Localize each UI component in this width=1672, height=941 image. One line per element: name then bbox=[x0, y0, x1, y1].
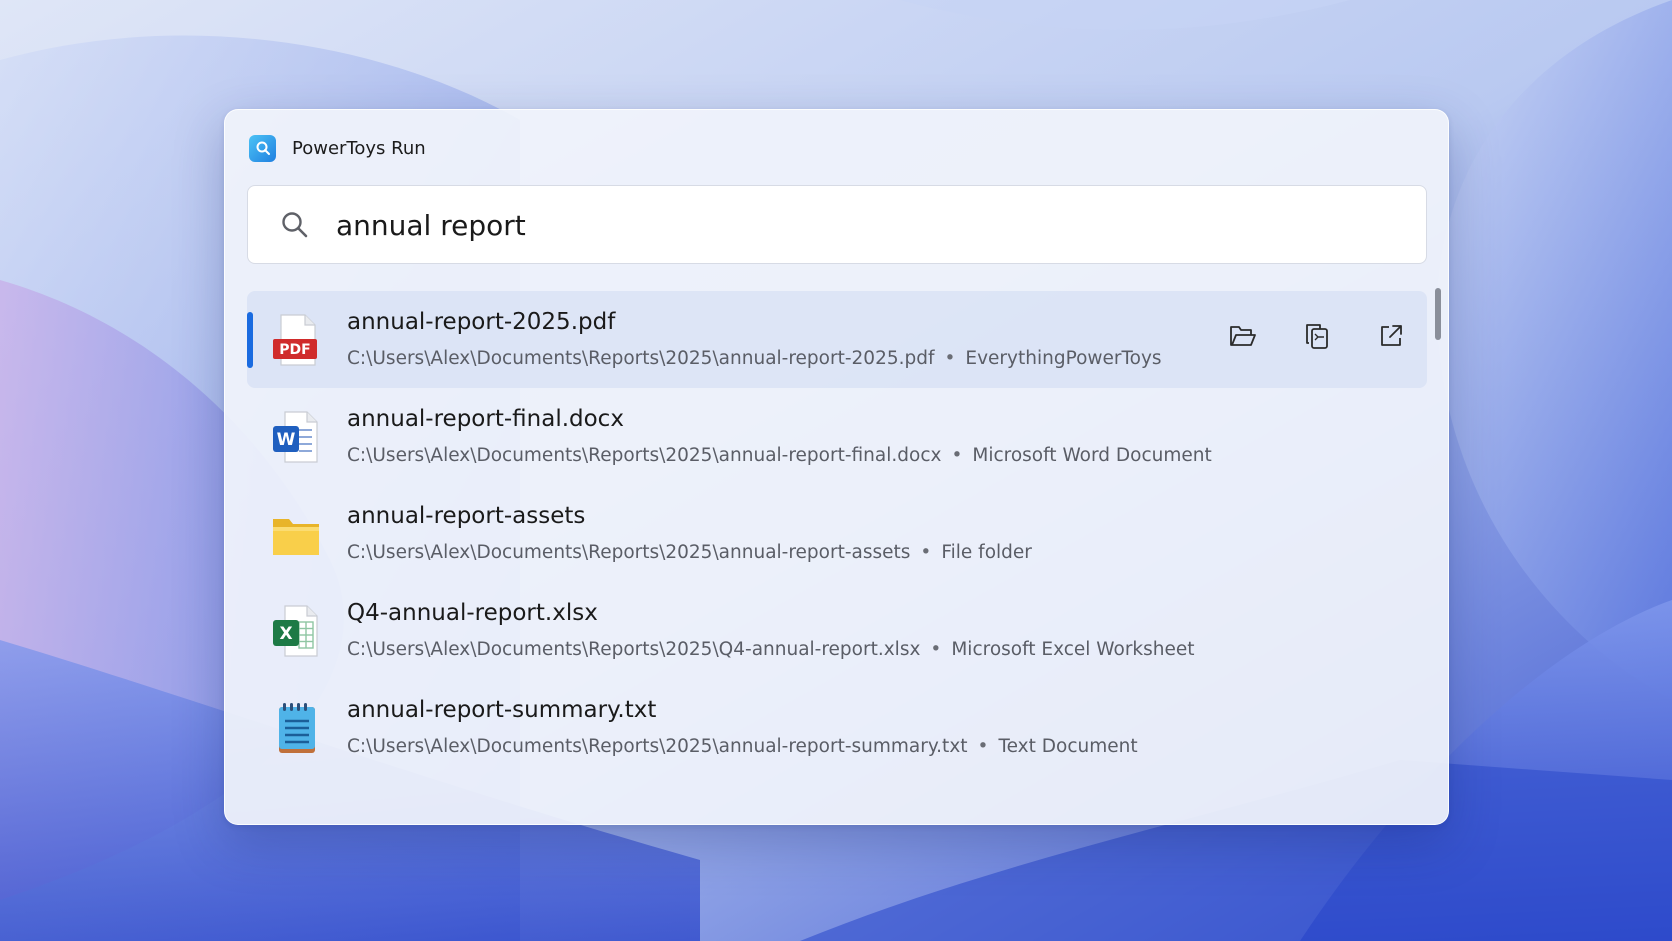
result-name: annual-report-final.docx bbox=[347, 406, 624, 432]
copy-path-icon bbox=[1306, 324, 1328, 349]
result-name: Q4-annual-report.xlsx bbox=[347, 600, 598, 626]
result-path: C:\Users\Alex\Documents\Reports\2025\Q4-… bbox=[347, 639, 921, 660]
result-path: C:\Users\Alex\Documents\Reports\2025\ann… bbox=[347, 445, 942, 466]
open-button[interactable] bbox=[1377, 321, 1405, 351]
search-box[interactable] bbox=[247, 185, 1427, 264]
result-actions bbox=[1229, 321, 1405, 351]
search-icon bbox=[282, 212, 308, 238]
result-type: Microsoft Excel Worksheet bbox=[951, 639, 1195, 660]
result-item[interactable]: annual-report-summary.txt C:\Users\Alex\… bbox=[247, 679, 1427, 776]
powertoys-run-window: PowerToys Run PDF annual-report-2025.pdf… bbox=[224, 109, 1449, 825]
title-bar: PowerToys Run bbox=[249, 134, 426, 162]
result-details: C:\Users\Alex\Documents\Reports\2025\ann… bbox=[347, 348, 1162, 369]
result-item[interactable]: X Q4-annual-report.xlsx C:\Users\Alex\Do… bbox=[247, 582, 1427, 679]
result-details: C:\Users\Alex\Documents\Reports\2025\ann… bbox=[347, 542, 1032, 563]
result-type: Text Document bbox=[998, 736, 1138, 757]
pdf-file-icon: PDF bbox=[273, 314, 317, 366]
result-name: annual-report-summary.txt bbox=[347, 697, 657, 723]
svg-text:W: W bbox=[277, 430, 296, 450]
svg-text:X: X bbox=[279, 624, 292, 644]
result-details: C:\Users\Alex\Documents\Reports\2025\Q4-… bbox=[347, 639, 1195, 660]
open-folder-icon bbox=[1230, 326, 1256, 346]
folder-icon bbox=[273, 519, 319, 555]
open-containing-folder-button[interactable] bbox=[1229, 321, 1257, 351]
separator-dot: • bbox=[944, 348, 956, 369]
separator-dot: • bbox=[951, 445, 963, 466]
open-external-icon bbox=[1381, 325, 1402, 346]
result-path: C:\Users\Alex\Documents\Reports\2025\ann… bbox=[347, 348, 935, 369]
result-type: File folder bbox=[941, 542, 1032, 563]
results-scrollbar[interactable] bbox=[1435, 288, 1441, 340]
powertoys-run-icon bbox=[249, 134, 276, 162]
result-item[interactable]: annual-report-assets C:\Users\Alex\Docum… bbox=[247, 485, 1427, 582]
selection-indicator bbox=[247, 312, 253, 368]
excel-worksheet-icon: X bbox=[273, 605, 318, 657]
result-path: C:\Users\Alex\Documents\Reports\2025\ann… bbox=[347, 736, 968, 757]
separator-dot: • bbox=[977, 736, 989, 757]
window-title: PowerToys Run bbox=[292, 137, 426, 159]
results-list: PDF annual-report-2025.pdf C:\Users\Alex… bbox=[247, 291, 1427, 776]
word-document-icon: W bbox=[273, 411, 318, 463]
result-name: annual-report-2025.pdf bbox=[347, 309, 616, 335]
result-path: C:\Users\Alex\Documents\Reports\2025\ann… bbox=[347, 542, 911, 563]
copy-path-button[interactable] bbox=[1303, 321, 1331, 351]
result-details: C:\Users\Alex\Documents\Reports\2025\ann… bbox=[347, 736, 1138, 757]
separator-dot: • bbox=[920, 542, 932, 563]
result-name: annual-report-assets bbox=[347, 503, 586, 529]
result-type: EverythingPowerToys bbox=[965, 348, 1162, 369]
result-item[interactable]: W annual-report-final.docx C:\Users\Alex… bbox=[247, 388, 1427, 485]
search-input[interactable] bbox=[336, 202, 1396, 248]
separator-dot: • bbox=[930, 639, 942, 660]
result-item[interactable]: PDF annual-report-2025.pdf C:\Users\Alex… bbox=[247, 291, 1427, 388]
svg-text:PDF: PDF bbox=[279, 342, 310, 358]
text-document-icon bbox=[279, 703, 315, 753]
result-details: C:\Users\Alex\Documents\Reports\2025\ann… bbox=[347, 445, 1212, 466]
result-type: Microsoft Word Document bbox=[972, 445, 1212, 466]
